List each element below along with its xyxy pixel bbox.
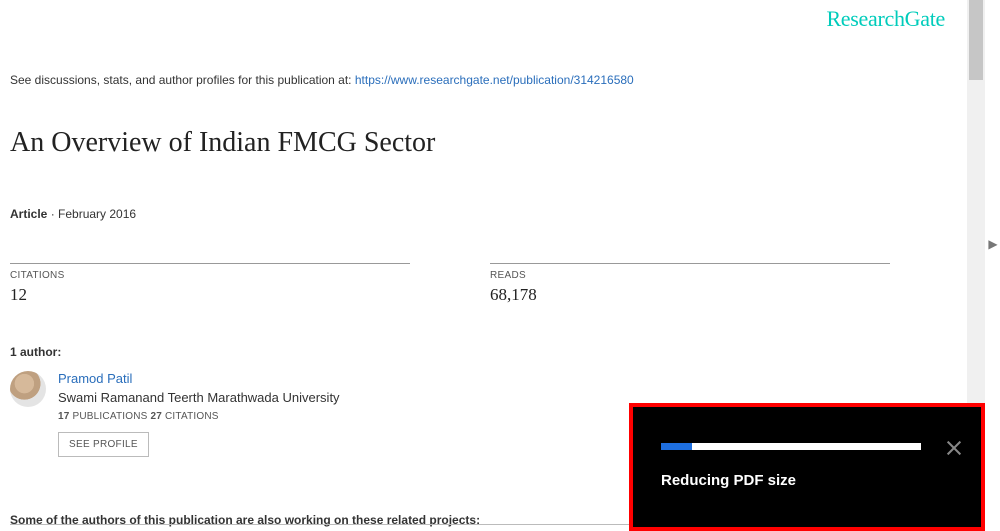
discussion-line: See discussions, stats, and author profi…	[10, 73, 967, 87]
stat-citations-label: CITATIONS	[10, 270, 410, 281]
stat-reads: READS 68,178	[490, 263, 890, 305]
author-info: Pramod Patil Swami Ramanand Teerth Marat…	[58, 371, 340, 457]
stat-citations-value: 12	[10, 285, 410, 305]
author-pubs-label: PUBLICATIONS	[70, 411, 151, 422]
author-cits-num: 27	[151, 411, 163, 422]
article-type: Article	[10, 207, 47, 221]
author-affiliation: Swami Ramanand Teerth Marathwada Univers…	[58, 390, 340, 405]
overlay-status-text: Reducing PDF size	[661, 472, 953, 489]
article-meta: Article · February 2016	[10, 207, 967, 221]
author-stats: 17 PUBLICATIONS 27 CITATIONS	[58, 411, 340, 422]
brand-logo: ResearchGate	[826, 6, 945, 32]
stat-citations: CITATIONS 12	[10, 263, 410, 305]
see-profile-button[interactable]: SEE PROFILE	[58, 432, 149, 457]
author-name-link[interactable]: Pramod Patil	[58, 371, 340, 386]
stats-row: CITATIONS 12 READS 68,178	[10, 263, 967, 305]
stat-divider	[490, 263, 890, 264]
scrollbar-thumb[interactable]	[969, 0, 983, 80]
author-avatar[interactable]	[10, 371, 46, 407]
close-icon[interactable]	[945, 439, 963, 457]
author-pubs-num: 17	[58, 411, 70, 422]
progress-overlay: Reducing PDF size	[629, 403, 985, 531]
author-cits-label: CITATIONS	[162, 411, 219, 422]
discussion-link[interactable]: https://www.researchgate.net/publication…	[355, 73, 634, 87]
meta-separator: ·	[47, 207, 58, 221]
side-panel-chevron-icon[interactable]: ▶	[986, 233, 1000, 255]
article-date: February 2016	[58, 207, 136, 221]
stat-reads-label: READS	[490, 270, 890, 281]
stat-divider	[10, 263, 410, 264]
overlay-inner: Reducing PDF size	[633, 407, 981, 527]
stat-reads-value: 68,178	[490, 285, 890, 305]
discussion-prefix: See discussions, stats, and author profi…	[10, 73, 355, 87]
page-title: An Overview of Indian FMCG Sector	[10, 127, 967, 159]
progress-bar	[661, 443, 921, 450]
progress-bar-fill	[661, 443, 692, 450]
authors-count: 1 author:	[10, 345, 967, 359]
